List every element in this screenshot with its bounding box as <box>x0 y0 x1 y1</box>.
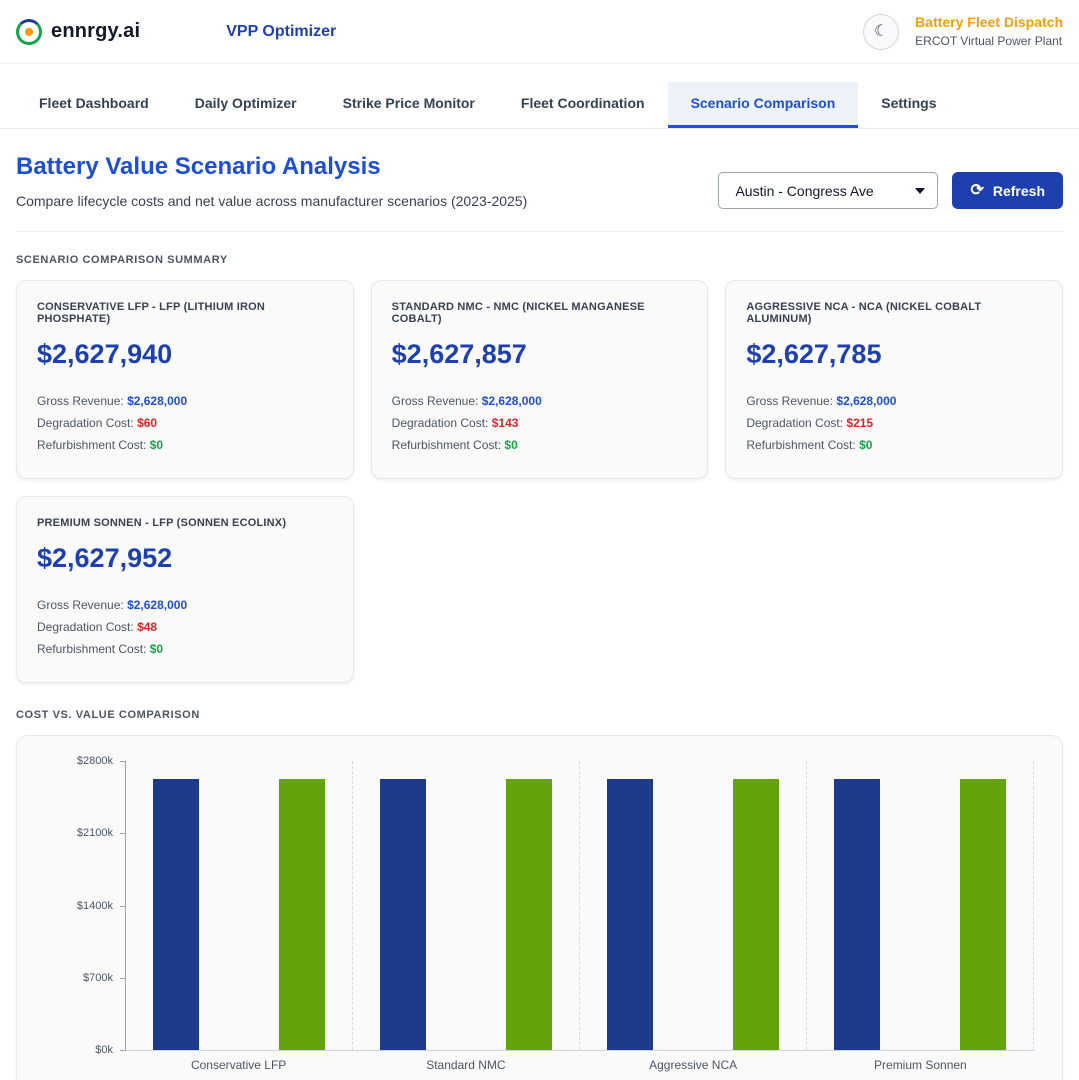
chart-x-labels: Conservative LFPStandard NMCAggressive N… <box>125 1051 1034 1072</box>
gross-revenue-row: Gross Revenue: $2,628,000 <box>746 390 1042 412</box>
y-axis-tick-label: $1400k <box>77 900 113 912</box>
dispatch-title: Battery Fleet Dispatch <box>915 13 1063 33</box>
tab-fleet-dashboard[interactable]: Fleet Dashboard <box>16 82 172 128</box>
app-title: VPP Optimizer <box>226 23 336 41</box>
net-value: $2,627,952 <box>37 543 333 574</box>
degradation-value: $215 <box>846 416 873 430</box>
refurbishment-row: Refurbishment Cost: $0 <box>392 434 688 456</box>
degradation-value: $60 <box>137 416 157 430</box>
chevron-down-icon <box>915 188 925 194</box>
scenario-card-grid: CONSERVATIVE LFP - LFP (LITHIUM IRON PHO… <box>16 280 1063 683</box>
bar-net-value <box>733 779 779 1050</box>
gross-revenue-value: $2,628,000 <box>836 394 896 408</box>
ennrgy-logo-icon <box>16 19 42 45</box>
net-value: $2,627,857 <box>392 339 688 370</box>
refresh-icon: ⟳ <box>970 183 983 199</box>
gross-revenue-row: Gross Revenue: $2,628,000 <box>37 594 333 616</box>
category-aggressive-nca <box>580 761 807 1050</box>
y-axis-tick-mark <box>120 833 126 834</box>
refurbishment-value: $0 <box>859 438 872 452</box>
y-axis-tick-label: $2800k <box>77 755 113 767</box>
degradation-row: Degradation Cost: $143 <box>392 412 688 434</box>
site-selector[interactable]: Austin - Congress Ave <box>718 172 938 209</box>
degradation-row: Degradation Cost: $60 <box>37 412 333 434</box>
y-axis-tick-label: $700k <box>83 972 113 984</box>
dispatch-info: Battery Fleet Dispatch ERCOT Virtual Pow… <box>915 13 1063 49</box>
summary-section-title: SCENARIO COMPARISON SUMMARY <box>16 254 1063 266</box>
x-axis-label: Standard NMC <box>352 1051 579 1072</box>
x-axis-label: Premium Sonnen <box>807 1051 1034 1072</box>
refurbishment-row: Refurbishment Cost: $0 <box>37 434 333 456</box>
bar-gross-revenue <box>153 779 199 1050</box>
refurbishment-row: Refurbishment Cost: $0 <box>746 434 1042 456</box>
refresh-label: Refresh <box>993 183 1045 199</box>
bar-gross-revenue <box>380 779 426 1050</box>
logo-dot <box>25 28 33 36</box>
x-axis-label: Aggressive NCA <box>580 1051 807 1072</box>
scenario-card-conservative-lfp: CONSERVATIVE LFP - LFP (LITHIUM IRON PHO… <box>16 280 354 479</box>
scenario-card-premium-sonnen: PREMIUM SONNEN - LFP (SONNEN ECOLINX) $2… <box>16 496 354 683</box>
y-axis-tick-mark <box>120 906 126 907</box>
gross-revenue-row: Gross Revenue: $2,628,000 <box>37 390 333 412</box>
gross-revenue-value: $2,628,000 <box>127 598 187 612</box>
tab-settings[interactable]: Settings <box>858 82 959 128</box>
bar-net-value <box>960 779 1006 1050</box>
moon-icon: ☾ <box>874 24 888 40</box>
tab-strike-price-monitor[interactable]: Strike Price Monitor <box>320 82 498 128</box>
gross-revenue-value: $2,628,000 <box>127 394 187 408</box>
ennrgy-logo[interactable]: ennrgy.ai <box>16 19 140 45</box>
tab-fleet-coordination[interactable]: Fleet Coordination <box>498 82 668 128</box>
tab-daily-optimizer[interactable]: Daily Optimizer <box>172 82 320 128</box>
y-axis-tick-label: $0k <box>95 1044 113 1056</box>
dispatch-subtitle: ERCOT Virtual Power Plant <box>915 33 1063 50</box>
degradation-row: Degradation Cost: $215 <box>746 412 1042 434</box>
net-value: $2,627,785 <box>746 339 1042 370</box>
bar-gross-revenue <box>834 779 880 1050</box>
scenario-card-standard-nmc: STANDARD NMC - NMC (NICKEL MANGANESE COB… <box>371 280 709 479</box>
degradation-value: $48 <box>137 620 157 634</box>
chart-section-title: COST VS. VALUE COMPARISON <box>16 709 1063 721</box>
main-nav: Fleet Dashboard Daily Optimizer Strike P… <box>0 82 1079 129</box>
scenario-card-title: AGGRESSIVE NCA - NCA (NICKEL COBALT ALUM… <box>746 301 1042 325</box>
app-header: ennrgy.ai VPP Optimizer ☾ Battery Fleet … <box>0 0 1079 64</box>
bar-net-value <box>506 779 552 1050</box>
site-selector-value: Austin - Congress Ave <box>735 183 873 199</box>
net-value: $2,627,940 <box>37 339 333 370</box>
scenario-card-title: CONSERVATIVE LFP - LFP (LITHIUM IRON PHO… <box>37 301 333 325</box>
chart-category-row <box>126 761 1034 1050</box>
scenario-card-title: STANDARD NMC - NMC (NICKEL MANGANESE COB… <box>392 301 688 325</box>
tab-scenario-comparison[interactable]: Scenario Comparison <box>668 82 859 128</box>
page-title: Battery Value Scenario Analysis <box>16 153 718 181</box>
category-standard-nmc <box>353 761 580 1050</box>
degradation-value: $143 <box>492 416 519 430</box>
main-content: Battery Value Scenario Analysis Compare … <box>0 129 1079 1080</box>
refurbishment-row: Refurbishment Cost: $0 <box>37 638 333 660</box>
refurbishment-value: $0 <box>504 438 517 452</box>
y-axis-tick-mark <box>120 1050 126 1051</box>
theme-toggle-button[interactable]: ☾ <box>863 14 899 50</box>
degradation-row: Degradation Cost: $48 <box>37 616 333 638</box>
chart-plot: $2800k$2100k$1400k$700k$0k <box>125 761 1034 1051</box>
scenario-card-aggressive-nca: AGGRESSIVE NCA - NCA (NICKEL COBALT ALUM… <box>725 280 1063 479</box>
page-header: Battery Value Scenario Analysis Compare … <box>16 129 1063 232</box>
bar-net-value <box>279 779 325 1050</box>
category-conservative-lfp <box>126 761 353 1050</box>
refurbishment-value: $0 <box>150 642 163 656</box>
x-axis-label: Conservative LFP <box>125 1051 352 1072</box>
page-subtitle: Compare lifecycle costs and net value ac… <box>16 193 718 209</box>
gross-revenue-row: Gross Revenue: $2,628,000 <box>392 390 688 412</box>
category-premium-sonnen <box>807 761 1034 1050</box>
refurbishment-value: $0 <box>150 438 163 452</box>
logo-text: ennrgy.ai <box>51 20 140 43</box>
gross-revenue-value: $2,628,000 <box>482 394 542 408</box>
y-axis-tick-label: $2100k <box>77 827 113 839</box>
chart-card: $2800k$2100k$1400k$700k$0k Conservative … <box>16 735 1063 1080</box>
y-axis-tick-mark <box>120 978 126 979</box>
y-axis-tick-mark <box>120 761 126 762</box>
bar-gross-revenue <box>607 779 653 1050</box>
refresh-button[interactable]: ⟳ Refresh <box>952 172 1063 209</box>
scenario-card-title: PREMIUM SONNEN - LFP (SONNEN ECOLINX) <box>37 517 333 529</box>
